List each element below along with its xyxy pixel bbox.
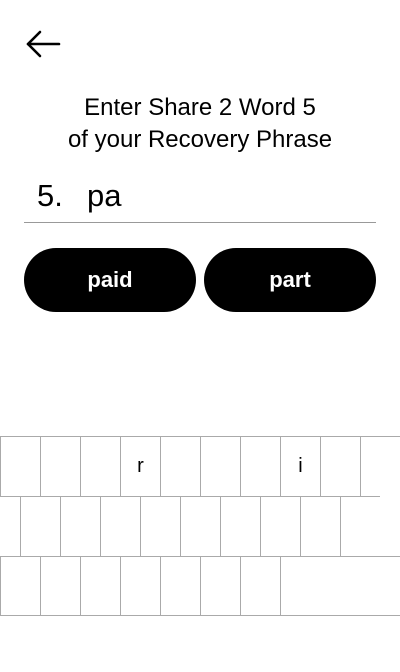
keyboard-key[interactable] <box>0 496 20 556</box>
keyboard-key[interactable] <box>320 436 360 496</box>
keyboard-key[interactable] <box>260 496 300 556</box>
keyboard-key[interactable] <box>360 436 400 496</box>
keyboard-key[interactable] <box>160 436 200 496</box>
keyboard-row-2 <box>0 496 380 556</box>
word-index-label: 5. <box>37 178 63 213</box>
keyboard-key-wide[interactable] <box>280 556 400 616</box>
word-input[interactable] <box>87 178 367 214</box>
keyboard-key[interactable] <box>240 436 280 496</box>
keyboard-key[interactable] <box>200 556 240 616</box>
prompt-line-1: Enter Share 2 Word 5 <box>84 94 316 121</box>
keyboard-row-1: r i <box>0 436 400 496</box>
keyboard-key[interactable] <box>40 556 80 616</box>
word-entry-field[interactable]: 5. <box>24 170 376 223</box>
keyboard-key[interactable] <box>40 436 80 496</box>
keyboard-key-r[interactable]: r <box>120 436 160 496</box>
keyboard-key[interactable] <box>180 496 220 556</box>
keyboard-key[interactable] <box>120 556 160 616</box>
keyboard-key[interactable] <box>220 496 260 556</box>
keyboard: r i <box>0 436 400 616</box>
keyboard-key[interactable] <box>0 556 40 616</box>
back-button[interactable] <box>24 28 64 60</box>
suggestion-button-part[interactable]: part <box>204 248 376 312</box>
arrow-left-icon <box>26 30 61 58</box>
keyboard-key[interactable] <box>300 496 340 556</box>
keyboard-key[interactable] <box>340 496 380 556</box>
recovery-prompt: Enter Share 2 Word 5 of your Recovery Ph… <box>0 92 400 156</box>
prompt-line-2: of your Recovery Phrase <box>67 126 333 153</box>
keyboard-key[interactable] <box>140 496 180 556</box>
keyboard-key[interactable] <box>160 556 200 616</box>
keyboard-row-3 <box>0 556 400 616</box>
keyboard-key[interactable] <box>80 556 120 616</box>
keyboard-key[interactable] <box>80 436 120 496</box>
keyboard-key[interactable] <box>20 496 60 556</box>
keyboard-key[interactable] <box>100 496 140 556</box>
keyboard-key[interactable] <box>0 436 40 496</box>
keyboard-key[interactable] <box>200 436 240 496</box>
keyboard-key[interactable] <box>240 556 280 616</box>
keyboard-key[interactable] <box>60 496 100 556</box>
suggestion-button-paid[interactable]: paid <box>24 248 196 312</box>
keyboard-key-i[interactable]: i <box>280 436 320 496</box>
word-suggestions: paid part <box>24 248 376 312</box>
